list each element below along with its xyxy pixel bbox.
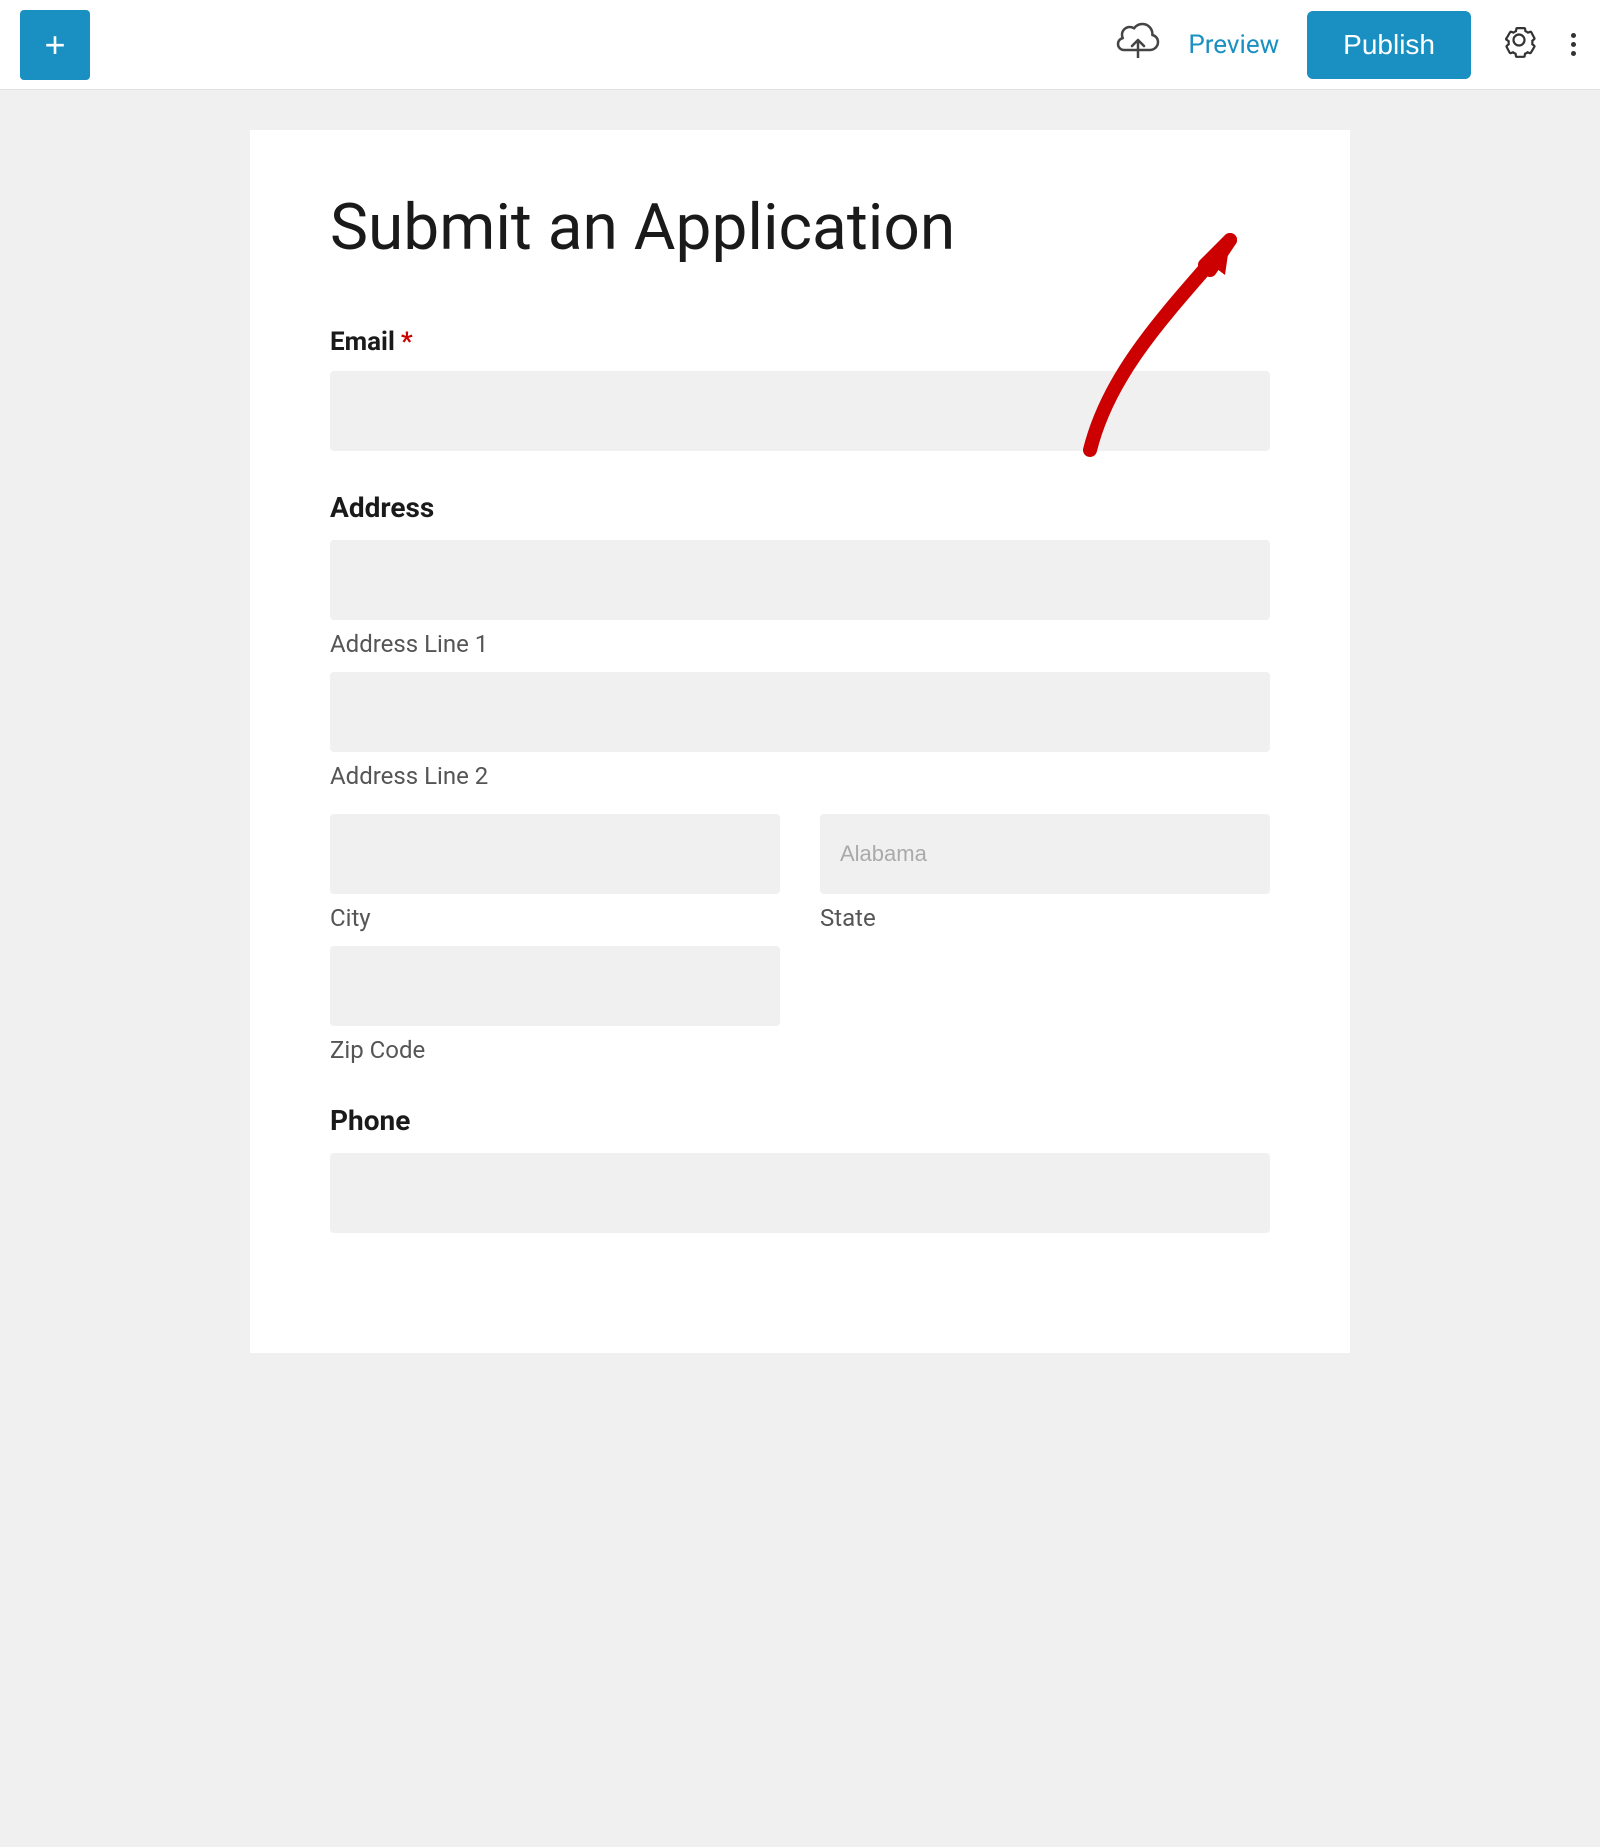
- city-field: City: [330, 814, 780, 932]
- address-line2-field: Address Line 2: [330, 672, 1270, 790]
- address-field-group: Address Address Line 1 Address Line 2 Ci…: [330, 491, 1270, 1064]
- toolbar-right: Preview Publish: [1116, 11, 1580, 79]
- city-state-row: City State: [330, 814, 1270, 932]
- more-options-icon[interactable]: [1567, 29, 1580, 60]
- email-label: Email *: [330, 327, 1270, 357]
- phone-field-group: Phone: [330, 1104, 1270, 1233]
- address-line1-input[interactable]: [330, 540, 1270, 620]
- city-input[interactable]: [330, 814, 780, 894]
- address-section-label: Address: [330, 491, 1270, 524]
- email-input[interactable]: [330, 371, 1270, 451]
- state-input[interactable]: [820, 814, 1270, 894]
- phone-input[interactable]: [330, 1153, 1270, 1233]
- address-line1-field: Address Line 1: [330, 540, 1270, 658]
- email-field-group: Email *: [330, 327, 1270, 451]
- zip-field: Zip Code: [330, 946, 780, 1064]
- zip-input[interactable]: [330, 946, 780, 1026]
- zip-label: Zip Code: [330, 1036, 780, 1064]
- phone-section-label: Phone: [330, 1104, 1270, 1137]
- form-container: Submit an Application Email * Address Ad…: [250, 130, 1350, 1353]
- required-marker: *: [401, 327, 413, 357]
- gear-icon[interactable]: [1499, 20, 1539, 69]
- address-line1-label: Address Line 1: [330, 630, 1270, 658]
- address-line2-label: Address Line 2: [330, 762, 1270, 790]
- toolbar: + Preview Publish: [0, 0, 1600, 90]
- cloud-upload-icon[interactable]: [1116, 22, 1160, 67]
- state-field: State: [820, 814, 1270, 932]
- content-wrapper: Submit an Application Email * Address Ad…: [0, 90, 1600, 1847]
- address-line2-input[interactable]: [330, 672, 1270, 752]
- publish-button[interactable]: Publish: [1307, 11, 1471, 79]
- preview-link[interactable]: Preview: [1188, 30, 1279, 60]
- add-button[interactable]: +: [20, 10, 90, 80]
- form-title: Submit an Application: [330, 190, 1270, 267]
- state-label: State: [820, 904, 1270, 932]
- toolbar-left: +: [20, 10, 90, 80]
- city-label: City: [330, 904, 780, 932]
